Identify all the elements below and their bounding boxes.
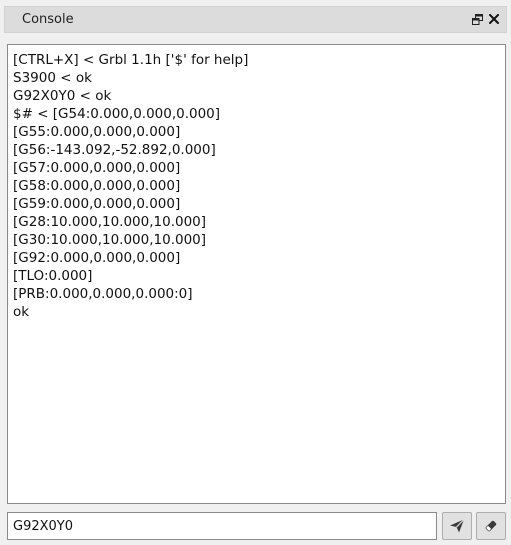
console-line: G92X0Y0 < ok xyxy=(13,88,112,104)
console-output[interactable]: [CTRL+X] < Grbl 1.1h ['$' for help] S3900… xyxy=(7,44,506,504)
float-window-icon[interactable] xyxy=(470,11,484,27)
clear-button[interactable] xyxy=(476,512,506,540)
send-button[interactable] xyxy=(442,512,472,540)
command-input[interactable] xyxy=(7,512,437,540)
console-line: [G58:0.000,0.000,0.000] xyxy=(13,178,181,194)
close-icon[interactable] xyxy=(487,11,501,27)
console-titlebar: Console xyxy=(4,6,507,33)
console-line: $# < [G54:0.000,0.000,0.000] xyxy=(13,106,221,122)
console-line: [G28:10.000,10.000,10.000] xyxy=(13,214,207,230)
console-line: [G57:0.000,0.000,0.000] xyxy=(13,160,181,176)
console-line: [G56:-143.092,-52.892,0.000] xyxy=(13,142,216,158)
console-line: [G59:0.000,0.000,0.000] xyxy=(13,196,181,212)
console-line: S3900 < ok xyxy=(13,70,92,86)
console-line: [PRB:0.000,0.000,0.000:0] xyxy=(13,286,193,302)
send-icon xyxy=(449,519,465,533)
console-line: ok xyxy=(13,304,30,320)
console-line: [TLO:0.000] xyxy=(13,268,93,284)
console-line: [G55:0.000,0.000,0.000] xyxy=(13,124,181,140)
console-line: [G92:0.000,0.000,0.000] xyxy=(13,250,181,266)
eraser-icon xyxy=(484,519,498,533)
console-line: [CTRL+X] < Grbl 1.1h ['$' for help] xyxy=(13,52,249,68)
console-line: [G30:10.000,10.000,10.000] xyxy=(13,232,207,248)
window-title: Console xyxy=(22,12,74,27)
